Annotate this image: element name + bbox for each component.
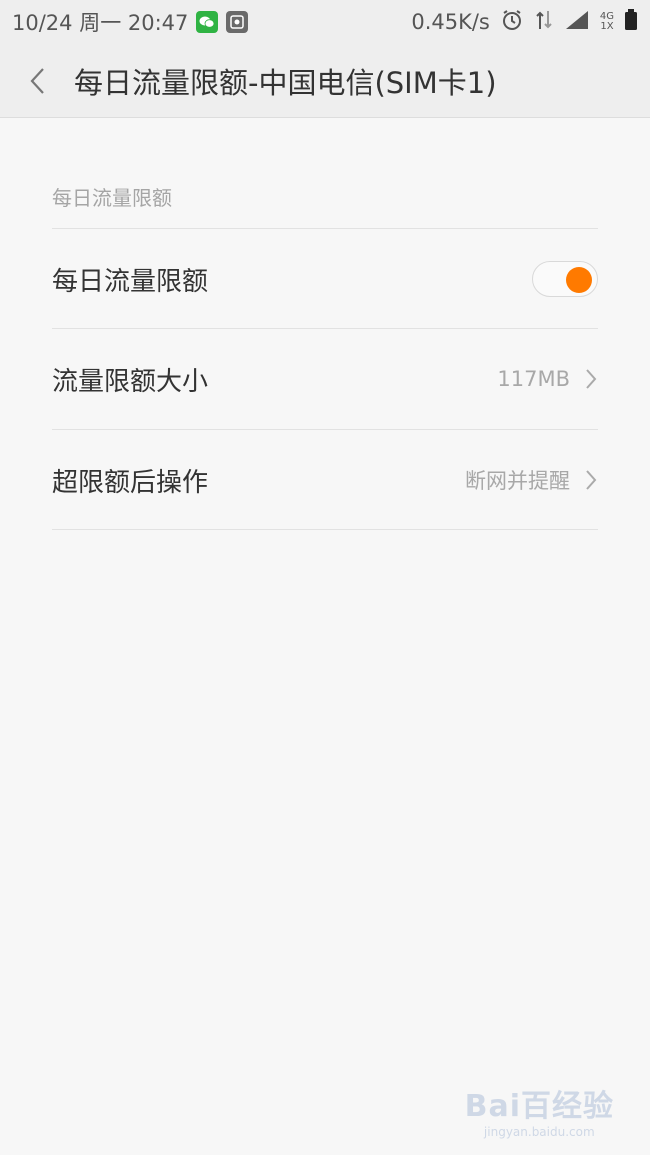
limit-size-row[interactable]: 流量限额大小 117MB xyxy=(52,329,598,429)
page-title: 每日流量限额-中国电信(SIM卡1) xyxy=(74,65,497,100)
back-button[interactable] xyxy=(8,44,68,118)
network-speed: 0.45K/s xyxy=(411,10,490,34)
chevron-left-icon xyxy=(30,67,44,94)
alarm-icon xyxy=(500,8,524,37)
status-bar: 10/24 周一 20:47 0.45K/s 4G 1X xyxy=(0,0,650,44)
over-limit-action-value: 断网并提醒 xyxy=(465,469,570,493)
daily-limit-toggle[interactable] xyxy=(532,261,598,297)
daily-limit-row[interactable]: 每日流量限额 xyxy=(52,229,598,329)
network-type: 4G 1X xyxy=(599,11,614,32)
row-label: 超限额后操作 xyxy=(52,467,209,498)
baidu-watermark: Bai百经验 jingyan.baidu.com xyxy=(464,1089,614,1139)
data-transfer-icon xyxy=(534,9,554,36)
status-time: 10/24 周一 20:47 xyxy=(12,11,189,35)
row-label: 流量限额大小 xyxy=(52,366,209,397)
battery-icon xyxy=(624,8,638,36)
row-label: 每日流量限额 xyxy=(52,266,209,297)
app-header: 每日流量限额-中国电信(SIM卡1) xyxy=(0,44,650,118)
over-limit-action-row[interactable]: 超限额后操作 断网并提醒 xyxy=(52,430,598,530)
signal-icon xyxy=(564,9,590,36)
chevron-right-icon xyxy=(586,369,597,389)
section-header: 每日流量限额 xyxy=(52,186,172,210)
divider xyxy=(52,529,598,530)
chevron-right-icon xyxy=(586,470,597,490)
toggle-knob xyxy=(566,267,592,293)
gallery-icon xyxy=(226,11,249,33)
wechat-icon xyxy=(196,11,219,33)
limit-size-value: 117MB xyxy=(497,367,570,391)
